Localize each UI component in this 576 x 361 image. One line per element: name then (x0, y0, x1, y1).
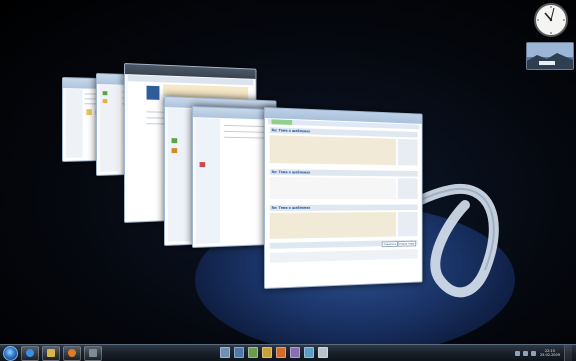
windows-explorer-icon[interactable] (42, 345, 60, 361)
new-topic-button[interactable]: Новая тема (397, 240, 417, 247)
post-author-3 (397, 211, 418, 237)
slideshow-image (527, 43, 573, 69)
system-tray: 22:15 25.02.2009 (512, 345, 572, 361)
window-thumb-5-icon[interactable] (276, 347, 286, 358)
volume-icon[interactable] (522, 350, 528, 356)
window-front[interactable]: Re: Тема о шаблонах Re: Тема о шаблонах … (264, 107, 423, 289)
action-center-icon[interactable] (530, 350, 536, 356)
window-thumb-7-icon[interactable] (304, 347, 314, 358)
quick-reply-box[interactable] (269, 249, 418, 263)
post-actions-bar: Ответить Новая тема (269, 239, 418, 249)
tray-clock[interactable]: 22:15 25.02.2009 (540, 349, 560, 358)
taskbar: 22:15 25.02.2009 (0, 344, 576, 361)
internet-explorer-icon[interactable] (21, 345, 39, 361)
window-thumb-6-icon[interactable] (290, 347, 300, 358)
window-icon[interactable] (84, 345, 102, 361)
clock-gadget[interactable] (533, 2, 569, 38)
post-title-3[interactable]: Re: Тема о шаблонах (269, 204, 418, 211)
reply-button[interactable]: Ответить (381, 241, 398, 248)
desktop: Re: Тема о шаблонах Re: Тема о шаблонах … (0, 0, 576, 344)
window-thumb-1-icon[interactable] (220, 347, 230, 358)
window-thumb-2-icon[interactable] (234, 347, 244, 358)
show-desktop-button[interactable] (564, 345, 572, 361)
network-icon[interactable] (514, 350, 520, 356)
post-body-2 (269, 177, 397, 199)
media-player-icon[interactable] (63, 345, 81, 361)
start-button[interactable] (3, 345, 18, 361)
post-title-2[interactable]: Re: Тема о шаблонах (269, 169, 418, 177)
tray-date: 25.02.2009 (539, 353, 560, 357)
post-author-2 (397, 178, 418, 199)
window-thumb-3-icon[interactable] (248, 347, 258, 358)
post-body-1 (269, 135, 397, 166)
post-author-1 (397, 138, 418, 166)
slideshow-gadget[interactable] (526, 42, 574, 70)
taskbar-thumbnails (220, 347, 332, 358)
window-thumb-8-icon[interactable] (318, 347, 328, 358)
window-thumb-4-icon[interactable] (262, 347, 272, 358)
post-body-3 (269, 212, 397, 239)
